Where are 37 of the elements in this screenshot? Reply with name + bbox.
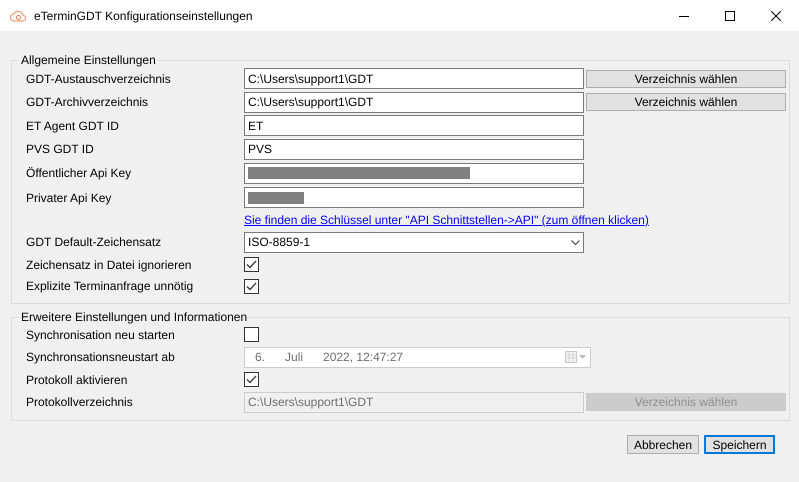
group-title: Allgemeine Einstellungen — [20, 53, 157, 67]
input-field[interactable]: C:\Users\support1\GDT — [244, 92, 584, 113]
input-field[interactable] — [244, 162, 584, 184]
checkbox[interactable] — [244, 278, 259, 294]
checkbox[interactable] — [244, 257, 259, 272]
field-label: ET Agent GDT ID — [26, 118, 120, 133]
browse-button[interactable]: Verzeichnis wählen — [586, 93, 786, 112]
field-label: Synchronisation neu starten — [26, 328, 176, 342]
field-label: Explizite Terminanfrage unnötig — [26, 279, 194, 294]
browse-button[interactable]: Verzeichnis wählen — [586, 70, 786, 88]
field-label: PVS GDT ID — [26, 142, 95, 156]
input-field[interactable]: PVS — [244, 138, 584, 160]
field-label: GDT Default-Zeichensatz — [26, 235, 162, 249]
close-icon — [771, 10, 781, 20]
maximize-icon — [725, 10, 735, 20]
dialog-button[interactable]: Abbrechen — [626, 435, 699, 454]
field-label: GDT-Austauschverzeichnis — [26, 72, 172, 86]
charset-dropdown[interactable]: ISO-8859-1 — [244, 232, 584, 252]
input-field[interactable]: C:\Users\support1\GDT — [244, 68, 584, 90]
field-label: Synchronsationsneustart ab — [26, 350, 176, 364]
checkbox[interactable] — [244, 372, 259, 388]
calendar-icon — [565, 351, 587, 364]
field-label: Zeichensatz in Datei ignorieren — [26, 258, 192, 272]
field-label: Öffentlicher Api Key — [26, 166, 132, 180]
cloud-icon — [10, 10, 26, 22]
checkbox[interactable] — [244, 327, 259, 342]
group-title: Erweitere Einstellungen und Informationen — [20, 310, 248, 324]
dialog-button[interactable]: Speichern — [704, 435, 775, 454]
field-label: Protokollverzeichnis — [26, 395, 134, 410]
chevron-down-icon — [571, 240, 580, 244]
input-field[interactable]: ET — [244, 115, 584, 136]
field-label: GDT-Archivverzeichnis — [26, 95, 150, 110]
window-title: eTerminGDT Konfigurationseinstellungen — [34, 8, 254, 22]
field-label: Protokoll aktivieren — [26, 372, 128, 387]
input-field[interactable] — [244, 187, 584, 208]
api-key-link[interactable]: Sie finden die Schlüssel unter "API Schnittstellen->API" (zum öffnen klicken) — [244, 213, 649, 227]
field-label: Privater Api Key — [26, 190, 112, 205]
